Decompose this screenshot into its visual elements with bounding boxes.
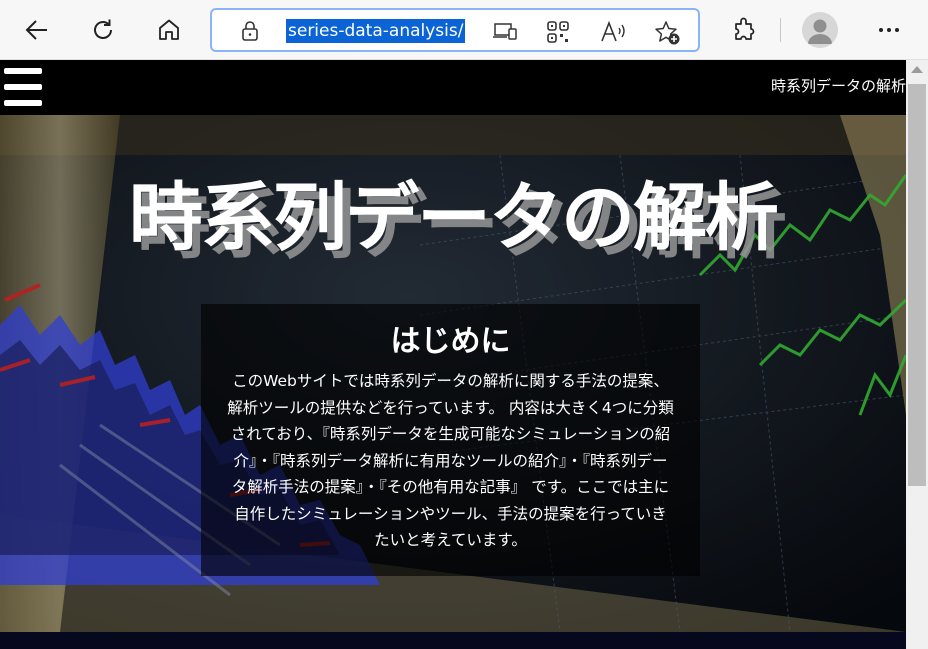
hamburger-menu-icon[interactable]	[4, 68, 42, 106]
scrollbar-thumb[interactable]	[908, 84, 926, 486]
hero-title: 時系列データの解析	[129, 175, 779, 261]
next-section-band	[0, 632, 906, 649]
app-available-icon[interactable]	[492, 20, 518, 42]
page-viewport: 時系列データの解析 時系列データの解析 はじめに このWebサイトでは時系列デー…	[0, 60, 906, 649]
add-favorite-icon[interactable]	[654, 20, 682, 46]
scroll-up-arrow-icon[interactable]	[911, 66, 923, 73]
intro-box: はじめに このWebサイトでは時系列データの解析に関する手法の提案、解析ツールの…	[201, 304, 700, 576]
header-site-title[interactable]: 時系列データの解析	[771, 75, 906, 96]
more-menu-icon	[879, 28, 899, 32]
browser-toolbar: series-data-analysis/	[0, 0, 928, 60]
back-arrow-icon	[25, 20, 47, 40]
extensions-icon	[735, 17, 755, 40]
qr-code-icon[interactable]	[546, 20, 570, 44]
hero-section: 時系列データの解析 はじめに このWebサイトでは時系列データの解析に関する手法…	[0, 115, 906, 632]
address-url-text[interactable]: series-data-analysis/	[286, 19, 466, 43]
home-button[interactable]	[151, 12, 187, 48]
profile-avatar[interactable]	[802, 12, 838, 48]
read-aloud-icon[interactable]	[600, 20, 628, 44]
back-button[interactable]	[19, 12, 55, 48]
refresh-icon	[94, 19, 112, 39]
home-icon	[159, 19, 179, 40]
address-bar[interactable]: series-data-analysis/	[210, 8, 700, 52]
intro-heading: はじめに	[390, 324, 511, 359]
site-header: 時系列データの解析	[0, 60, 906, 115]
extensions-button[interactable]	[726, 12, 762, 48]
refresh-button[interactable]	[85, 12, 121, 48]
more-menu-button[interactable]	[871, 12, 907, 48]
toolbar-separator	[780, 18, 781, 42]
page-scrollbar[interactable]	[906, 60, 928, 649]
profile-avatar-icon	[808, 19, 832, 44]
intro-text: このWebサイトでは時系列データの解析に関する手法の提案、解析ツールの提供などを…	[227, 372, 674, 549]
lock-icon[interactable]	[240, 20, 260, 42]
